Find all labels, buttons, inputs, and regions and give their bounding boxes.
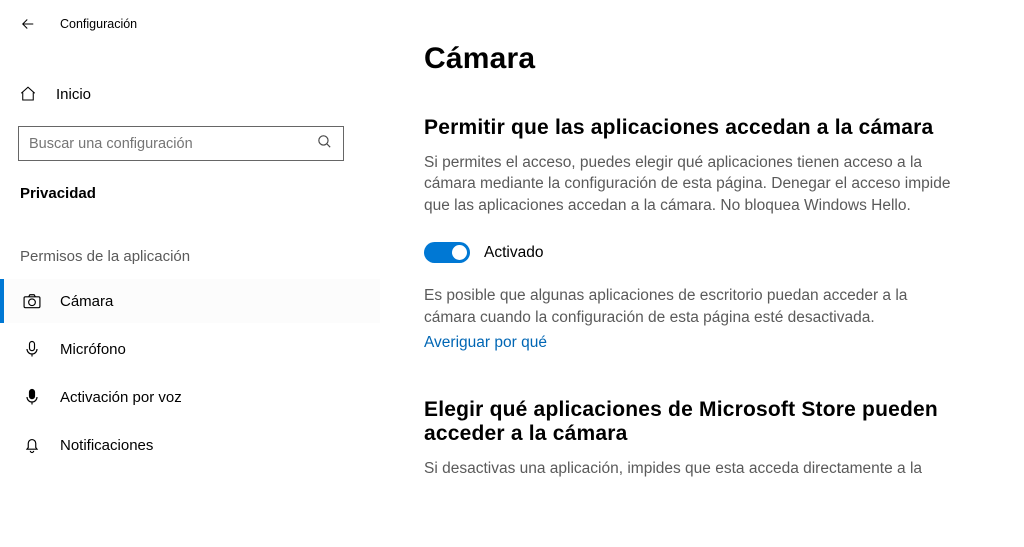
- page-section-title: Privacidad: [0, 161, 380, 210]
- section-title: Elegir qué aplicaciones de Microsoft Sto…: [424, 398, 980, 446]
- titlebar: Configuración: [0, 0, 380, 38]
- section-choose-apps: Elegir qué aplicaciones de Microsoft Sto…: [424, 398, 980, 479]
- section-title: Permitir que las aplicaciones accedan a …: [424, 116, 980, 140]
- sidebar-item-microphone[interactable]: Micrófono: [0, 327, 380, 371]
- desktop-note: Es posible que algunas aplicaciones de e…: [424, 285, 954, 328]
- microphone-icon: [22, 339, 42, 359]
- voice-icon: [22, 387, 42, 407]
- sidebar-item-notifications[interactable]: Notificaciones: [0, 423, 380, 467]
- sidebar-item-label: Cámara: [60, 293, 113, 310]
- learn-why-link[interactable]: Averiguar por qué: [424, 334, 547, 351]
- home-icon: [18, 84, 38, 104]
- sidebar-item-camera[interactable]: Cámara: [0, 279, 380, 323]
- search-box[interactable]: [18, 126, 344, 161]
- sidebar-group-header: Permisos de la aplicación: [0, 210, 380, 275]
- sidebar-item-voice-activation[interactable]: Activación por voz: [0, 375, 380, 419]
- section-allow-camera: Permitir que las aplicaciones accedan a …: [424, 116, 980, 352]
- back-arrow-icon[interactable]: [18, 14, 38, 34]
- section-description: Si permites el acceso, puedes elegir qué…: [424, 152, 954, 216]
- camera-access-toggle-row: Activado: [424, 242, 980, 263]
- bell-icon: [22, 435, 42, 455]
- home-nav[interactable]: Inicio: [0, 72, 380, 116]
- sidebar-item-label: Activación por voz: [60, 389, 182, 406]
- home-label: Inicio: [56, 86, 91, 103]
- sidebar-item-label: Micrófono: [60, 341, 126, 358]
- toggle-state-label: Activado: [484, 244, 543, 262]
- search-input[interactable]: [29, 136, 308, 152]
- main-content: Cámara Permitir que las aplicaciones acc…: [380, 0, 1024, 547]
- camera-access-toggle[interactable]: [424, 242, 470, 263]
- sidebar-item-label: Notificaciones: [60, 437, 153, 454]
- camera-icon: [22, 291, 42, 311]
- main-heading: Cámara: [424, 42, 980, 76]
- section-description: Si desactivas una aplicación, impides qu…: [424, 458, 954, 479]
- settings-sidebar: Configuración Inicio Privacidad Permisos…: [0, 0, 380, 547]
- app-title: Configuración: [60, 17, 137, 31]
- search-icon: [316, 133, 333, 155]
